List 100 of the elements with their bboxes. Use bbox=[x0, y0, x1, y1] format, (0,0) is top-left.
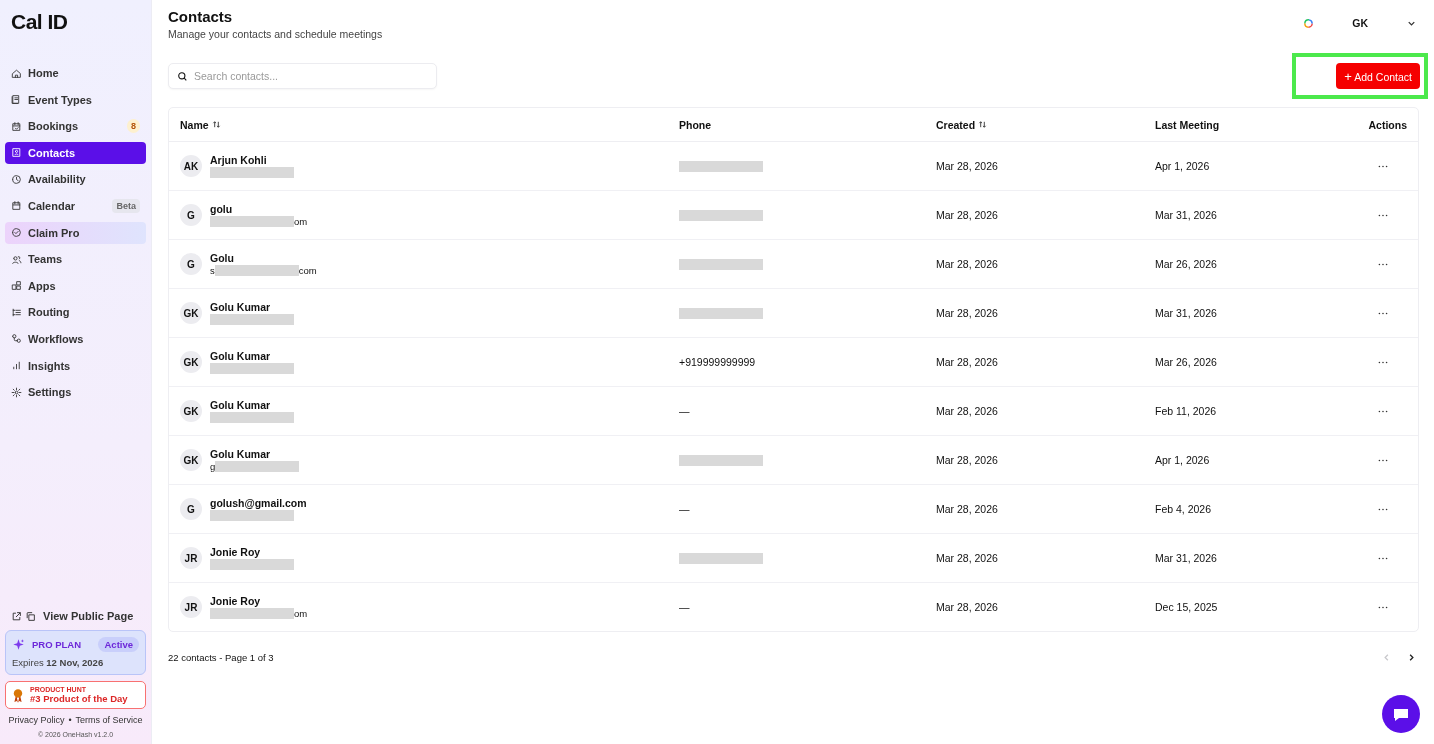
sidebar-item[interactable]: Teams bbox=[5, 248, 146, 271]
add-contact-button[interactable]: + Add Contact bbox=[1336, 63, 1420, 89]
nav-icon bbox=[11, 120, 22, 132]
terms-link[interactable]: Terms of Service bbox=[75, 715, 143, 725]
avatar: JR bbox=[180, 547, 202, 569]
nav-icon bbox=[11, 306, 22, 318]
contact-name: golu bbox=[210, 202, 233, 215]
loading-ring-icon bbox=[1303, 17, 1315, 29]
contact-name: Golu bbox=[210, 251, 234, 264]
last-meeting-date: Dec 15, 2025 bbox=[1155, 601, 1218, 613]
nav-icon bbox=[11, 360, 22, 372]
more-icon[interactable] bbox=[1378, 164, 1388, 168]
email-fragment: s bbox=[210, 265, 215, 276]
column-header: Phone bbox=[679, 118, 713, 131]
phone-number: +919999999999 bbox=[679, 356, 756, 368]
nav-icon bbox=[11, 253, 22, 265]
nav-icon bbox=[11, 227, 22, 239]
chat-button[interactable] bbox=[1382, 695, 1420, 733]
more-icon[interactable] bbox=[1378, 262, 1388, 266]
contact-name: Golu Kumar bbox=[210, 398, 271, 411]
phone-number: — bbox=[679, 601, 690, 613]
avatar: G bbox=[180, 498, 202, 520]
email-fragment: com bbox=[298, 265, 317, 276]
more-icon[interactable] bbox=[1378, 507, 1388, 511]
sidebar-item[interactable]: Bookings 8 bbox=[5, 115, 146, 138]
page-title: Contacts bbox=[168, 8, 234, 25]
nav-badge: Beta bbox=[112, 198, 140, 213]
last-meeting-date: Apr 1, 2026 bbox=[1155, 454, 1210, 466]
sidebar-item[interactable]: Routing bbox=[5, 301, 146, 324]
created-date: Mar 28, 2026 bbox=[936, 552, 998, 564]
sidebar-item[interactable]: Home bbox=[5, 62, 146, 84]
created-date: Mar 28, 2026 bbox=[936, 405, 998, 417]
sidebar-item[interactable]: Claim Pro bbox=[5, 221, 146, 244]
avatar: GK bbox=[180, 302, 202, 324]
more-icon[interactable] bbox=[1378, 360, 1388, 364]
avatar: G bbox=[180, 253, 202, 275]
sidebar-item[interactable]: Availability bbox=[5, 168, 146, 191]
avatar: GK bbox=[180, 400, 202, 422]
view-public-page-link[interactable]: View Public Page bbox=[5, 610, 140, 622]
avatar: G bbox=[180, 204, 202, 226]
created-date: Mar 28, 2026 bbox=[936, 258, 998, 270]
sort-icon[interactable] bbox=[978, 120, 988, 129]
contact-name: Golu Kumar bbox=[210, 447, 271, 460]
nav-icon bbox=[11, 147, 22, 159]
last-meeting-date: Mar 31, 2026 bbox=[1155, 552, 1217, 564]
sidebar-item[interactable]: Workflows bbox=[5, 327, 146, 350]
status-badge: Active bbox=[98, 637, 139, 652]
column-header: Last Meeting bbox=[1155, 118, 1221, 131]
more-icon[interactable] bbox=[1378, 311, 1388, 315]
sidebar-item[interactable]: Calendar Beta bbox=[5, 194, 146, 217]
more-icon[interactable] bbox=[1378, 605, 1388, 609]
avatar: AK bbox=[180, 155, 202, 177]
more-icon[interactable] bbox=[1378, 556, 1388, 560]
last-meeting-date: Feb 4, 2026 bbox=[1155, 503, 1212, 515]
sidebar-item[interactable]: Apps bbox=[5, 274, 146, 297]
last-meeting-date: Mar 26, 2026 bbox=[1155, 258, 1217, 270]
sparkle-icon bbox=[12, 638, 25, 651]
avatar: JR bbox=[180, 596, 202, 618]
created-date: Mar 28, 2026 bbox=[936, 209, 998, 221]
email-fragment: om bbox=[294, 216, 308, 227]
user-initials[interactable]: GK bbox=[1352, 17, 1368, 29]
plan-name: PRO PLAN bbox=[32, 639, 83, 650]
column-header[interactable]: Name bbox=[180, 118, 679, 131]
contact-name: Jonie Roy bbox=[210, 594, 261, 607]
more-icon[interactable] bbox=[1378, 409, 1388, 413]
copy-icon bbox=[25, 610, 36, 622]
nav-badge: 8 bbox=[127, 119, 140, 134]
last-meeting-date: Mar 31, 2026 bbox=[1155, 307, 1217, 319]
sidebar-item[interactable]: Contacts bbox=[5, 141, 146, 164]
sort-icon[interactable] bbox=[211, 120, 221, 129]
created-date: Mar 28, 2026 bbox=[936, 454, 998, 466]
medal-icon bbox=[12, 687, 24, 703]
sidebar-item[interactable]: Event Types bbox=[5, 88, 146, 111]
sidebar-item[interactable]: Insights bbox=[5, 354, 146, 377]
nav-icon bbox=[11, 94, 22, 106]
privacy-policy-link[interactable]: Privacy Policy bbox=[8, 715, 65, 725]
last-meeting-date: Apr 1, 2026 bbox=[1155, 160, 1210, 172]
contact-name: golush@gmail.com bbox=[210, 496, 307, 509]
sidebar-item[interactable]: Settings bbox=[5, 381, 146, 404]
nav-icon bbox=[11, 67, 22, 79]
phone-number: — bbox=[679, 405, 690, 417]
plan-expiry: Expires 12 Nov, 2026 bbox=[12, 657, 105, 668]
separator: • bbox=[68, 715, 72, 725]
column-header[interactable]: Created bbox=[936, 118, 1155, 131]
phone-number: — bbox=[679, 503, 690, 515]
more-icon[interactable] bbox=[1378, 458, 1388, 462]
contact-name: Jonie Roy bbox=[210, 545, 261, 558]
pagination-summary: 22 contacts - Page 1 of 3 bbox=[168, 652, 274, 663]
last-meeting-date: Feb 11, 2026 bbox=[1155, 405, 1217, 417]
email-fragment: g bbox=[210, 461, 216, 472]
nav-icon bbox=[11, 333, 22, 345]
created-date: Mar 28, 2026 bbox=[936, 503, 998, 515]
contact-name: Golu Kumar bbox=[210, 300, 271, 313]
contact-name: Arjun Kohli bbox=[210, 153, 267, 166]
more-icon[interactable] bbox=[1378, 213, 1388, 217]
contact-name: Golu Kumar bbox=[210, 349, 271, 362]
external-link-icon bbox=[11, 610, 22, 622]
column-header: Actions bbox=[1367, 118, 1407, 131]
search-field[interactable]: Search contacts... bbox=[168, 63, 437, 89]
nav-icon bbox=[11, 200, 22, 212]
